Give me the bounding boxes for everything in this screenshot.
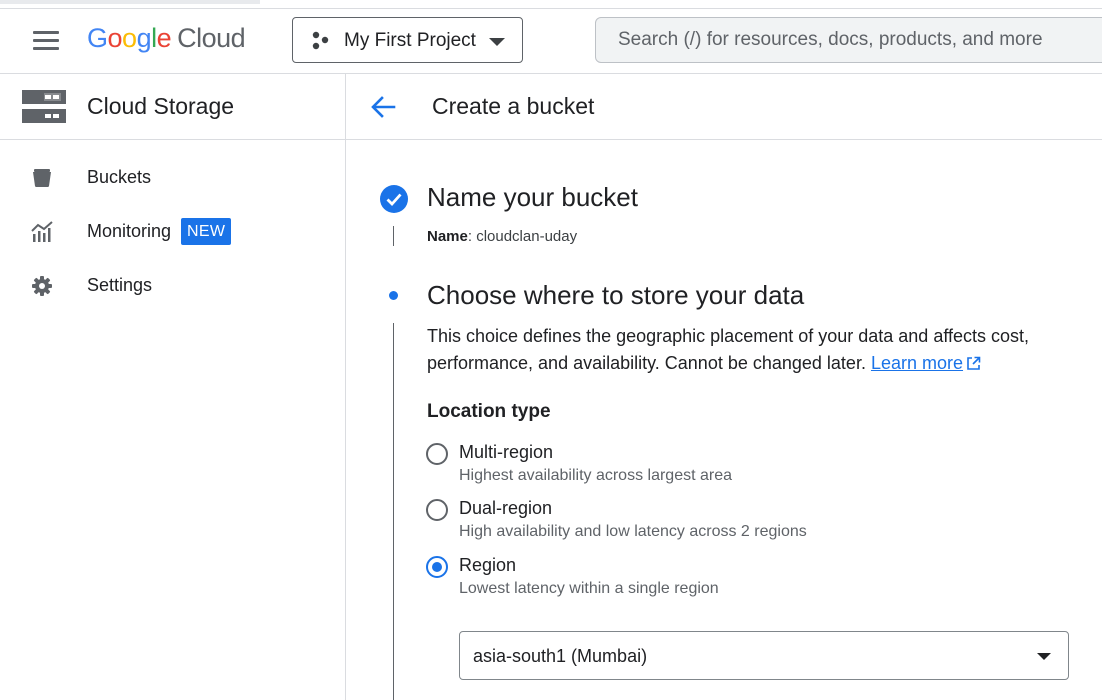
logo-letter: G	[87, 23, 108, 53]
page-title: Create a bucket	[432, 93, 595, 119]
radio-description: Lowest latency within a single region	[459, 580, 719, 597]
radio-label: Multi-region	[459, 442, 554, 462]
location-description: This choice defines the geographic place…	[427, 323, 1047, 377]
search-input[interactable]	[596, 18, 1102, 62]
back-arrow-icon[interactable]	[368, 92, 398, 122]
search-box[interactable]	[595, 17, 1102, 63]
learn-more-label: Learn more	[870, 353, 964, 373]
description-line-1: This choice defines the geographic place…	[427, 326, 1030, 346]
project-picker-button[interactable]: My First Project	[292, 17, 523, 63]
location-type-label: Location type	[427, 401, 551, 422]
project-hexagon-icon	[312, 31, 329, 50]
browser-tab-edge	[0, 0, 260, 4]
name-value: : cloudclan-uday	[467, 228, 578, 245]
bucket-name-summary: Name: cloudclan-uday	[427, 228, 577, 245]
logo-letter: g	[136, 23, 152, 53]
logo-letter: o	[107, 23, 123, 53]
logo-letter: e	[156, 23, 172, 53]
radio-button-selected[interactable]	[426, 556, 448, 578]
external-link-icon	[967, 356, 981, 370]
dropdown-arrow-icon	[1037, 653, 1051, 660]
region-dropdown[interactable]: asia-south1 (Mumbai)	[459, 631, 1069, 680]
step-name-bucket-title: Name your bucket	[427, 182, 638, 212]
cloud-wordmark: Cloud	[177, 23, 246, 53]
selected-region: asia-south1 (Mumbai)	[473, 646, 648, 666]
sidebar-item-settings[interactable]: Settings	[0, 262, 345, 308]
step-complete-check-icon	[380, 185, 408, 213]
radio-label: Dual-region	[459, 498, 553, 518]
sidebar-item-buckets[interactable]: Buckets	[0, 154, 345, 200]
gear-icon	[32, 276, 52, 296]
new-badge: NEW	[181, 218, 232, 245]
radio-region[interactable]: Region Lowest latency within a single re…	[426, 555, 986, 606]
step-location-title: Choose where to store your data	[427, 280, 805, 310]
radio-label: Region	[459, 555, 517, 575]
project-name: My First Project	[344, 30, 476, 51]
page-header: Create a bucket	[346, 74, 1102, 140]
radio-description: High availability and low latency across…	[459, 523, 807, 540]
cloud-storage-icon	[22, 90, 66, 123]
sidebar-title: Cloud Storage	[87, 93, 235, 119]
chevron-down-icon	[489, 38, 505, 46]
sidebar-item-label: Monitoring	[87, 221, 172, 241]
radio-button[interactable]	[426, 443, 448, 465]
google-wordmark: Google	[87, 23, 172, 53]
step-connector-line	[393, 323, 394, 700]
top-header: Google Cloud My First Project	[0, 9, 1102, 74]
main-menu-icon[interactable]	[33, 31, 59, 51]
radio-dual-region[interactable]: Dual-region High availability and low la…	[426, 498, 986, 549]
sidebar-header: Cloud Storage	[0, 74, 345, 140]
bucket-icon	[33, 169, 51, 187]
logo-letter: o	[122, 23, 137, 53]
sidebar: Cloud Storage Buckets Monitoring NEW Set…	[0, 74, 346, 700]
sidebar-item-label: Buckets	[87, 167, 152, 187]
description-line-2: performance, and availability. Cannot be…	[427, 353, 866, 373]
google-cloud-logo[interactable]: Google Cloud	[87, 23, 246, 54]
browser-top-strip	[0, 0, 1102, 9]
learn-more-link[interactable]: Learn more	[871, 353, 981, 373]
radio-button[interactable]	[426, 499, 448, 521]
radio-description: Highest availability across largest area	[459, 467, 733, 484]
radio-multi-region[interactable]: Multi-region Highest availability across…	[426, 442, 986, 493]
sidebar-item-label: Settings	[87, 275, 153, 295]
sidebar-item-monitoring[interactable]: Monitoring NEW	[0, 208, 345, 254]
name-key: Name	[427, 228, 468, 245]
main-content: Create a bucket Name your bucket Name: c…	[346, 74, 1102, 700]
step-connector-line	[393, 226, 394, 246]
monitoring-icon	[31, 221, 53, 242]
current-step-dot-icon	[389, 291, 398, 300]
